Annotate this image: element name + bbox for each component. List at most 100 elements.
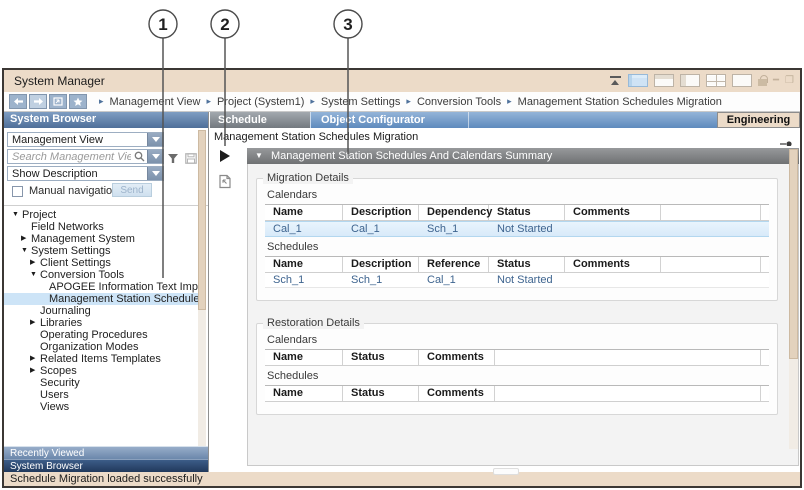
- summary-section-header[interactable]: ▼ Management Station Schedules And Calen…: [247, 148, 799, 164]
- column-header[interactable]: Description: [343, 205, 419, 220]
- tree-item[interactable]: Security: [4, 377, 200, 389]
- layout-single-icon[interactable]: [732, 74, 752, 87]
- screenshot-stage: System Manager ━ ❐: [0, 0, 804, 490]
- breadcrumb-separator: ▸: [507, 96, 512, 107]
- tree-item[interactable]: ▼System Settings: [4, 245, 200, 257]
- layout-quad-icon[interactable]: [628, 74, 648, 87]
- column-header-filler: [661, 257, 761, 272]
- tree-item[interactable]: Organization Modes: [4, 341, 200, 353]
- table-row[interactable]: Cal_1Cal_1Sch_1Not Started: [265, 221, 769, 237]
- tab-engineering-mode[interactable]: Engineering: [717, 112, 800, 128]
- tree-item[interactable]: Users: [4, 389, 200, 401]
- column-header[interactable]: Comments: [419, 350, 495, 365]
- breadcrumb-item[interactable]: Project (System1): [217, 96, 304, 108]
- system-browser-bar[interactable]: System Browser: [4, 459, 208, 472]
- column-header[interactable]: Comments: [565, 257, 661, 272]
- content-scrollbar[interactable]: [789, 149, 798, 449]
- column-header[interactable]: Status: [489, 205, 565, 220]
- table-row[interactable]: Sch_1Sch_1Cal_1Not Started: [265, 273, 769, 288]
- column-header[interactable]: Status: [489, 257, 565, 272]
- tree-item[interactable]: Operating Procedures: [4, 329, 200, 341]
- column-header[interactable]: Comments: [419, 386, 495, 401]
- filter-icon[interactable]: [167, 151, 179, 169]
- manual-navigation-checkbox[interactable]: [12, 186, 23, 197]
- column-header[interactable]: Comments: [565, 205, 661, 220]
- tree-item[interactable]: Field Networks: [4, 221, 200, 233]
- layout-grid-icon[interactable]: [706, 74, 726, 87]
- column-header[interactable]: Name: [265, 386, 343, 401]
- tree-expander-icon[interactable]: ▼: [12, 209, 22, 221]
- back-button[interactable]: [9, 94, 27, 109]
- tree-item[interactable]: ▶Libraries: [4, 317, 200, 329]
- collapse-top-icon[interactable]: [609, 74, 622, 87]
- tree-item[interactable]: APOGEE Information Text Importer: [4, 281, 200, 293]
- collapse-chevron-icon[interactable]: ▼: [255, 148, 263, 164]
- column-header[interactable]: Name: [265, 350, 343, 365]
- recently-viewed-bar[interactable]: Recently Viewed: [4, 446, 208, 459]
- history-window-icon[interactable]: [49, 94, 67, 109]
- tree-item[interactable]: ▶Scopes: [4, 365, 200, 377]
- system-manager-window: System Manager ━ ❐: [2, 68, 802, 488]
- column-header[interactable]: Name: [265, 257, 343, 272]
- layout-split-left-icon[interactable]: [680, 74, 700, 87]
- tree-item[interactable]: Journaling: [4, 305, 200, 317]
- column-header[interactable]: Status: [343, 350, 419, 365]
- column-header[interactable]: Status: [343, 386, 419, 401]
- restoration-schedules-table: NameStatusComments: [265, 385, 769, 402]
- tree-item[interactable]: ▶Related Items Templates: [4, 353, 200, 365]
- tab-object-configurator[interactable]: Object Configurator: [310, 112, 468, 128]
- send-button[interactable]: Send: [112, 183, 152, 197]
- display-selector[interactable]: Show Description: [7, 166, 164, 181]
- tab-schedule-migration[interactable]: Schedule Migration: [210, 112, 310, 128]
- save-icon[interactable]: [185, 151, 197, 169]
- callout-number-3: 3: [343, 15, 352, 34]
- favorites-star-icon[interactable]: [69, 94, 87, 109]
- search-input[interactable]: Search Management View: [7, 149, 164, 164]
- report-document-icon[interactable]: [217, 174, 232, 194]
- restore-icon[interactable]: ❐: [785, 74, 794, 87]
- chevron-down-icon[interactable]: [147, 133, 163, 146]
- column-header-filler: [495, 350, 761, 365]
- column-header[interactable]: Name: [265, 205, 343, 220]
- view-selector[interactable]: Management View: [7, 132, 164, 147]
- search-icon[interactable]: [131, 150, 147, 163]
- tree-item[interactable]: Views: [4, 401, 200, 413]
- column-header-filler: [761, 350, 773, 365]
- tree-expander-icon[interactable]: ▶: [30, 365, 40, 377]
- forward-button[interactable]: [29, 94, 47, 109]
- tree-scrollbar-thumb[interactable]: [198, 130, 206, 310]
- chevron-down-icon[interactable]: [147, 150, 163, 163]
- layout-split-top-icon[interactable]: [654, 74, 674, 87]
- panel-divider: [4, 205, 208, 206]
- tree-expander-icon[interactable]: ▼: [30, 269, 40, 281]
- column-header[interactable]: Reference: [419, 257, 489, 272]
- breadcrumb-item[interactable]: Management View: [110, 96, 201, 108]
- breadcrumb-item[interactable]: Conversion Tools: [417, 96, 501, 108]
- tree-expander-icon[interactable]: ▶: [30, 317, 40, 329]
- minimize-icon[interactable]: ━: [773, 74, 779, 87]
- view-selector-value: Management View: [8, 133, 147, 146]
- column-header-filler: [495, 386, 761, 401]
- tree-item[interactable]: ▼Conversion Tools: [4, 269, 200, 281]
- run-migration-icon[interactable]: [220, 150, 230, 162]
- column-header[interactable]: Dependency: [419, 205, 489, 220]
- calendars-label: Calendars: [267, 334, 769, 346]
- breadcrumb-separator: ▸: [406, 96, 411, 107]
- tree-item[interactable]: Management Station Schedules Migration: [4, 293, 200, 305]
- horizontal-scrollbar-thumb[interactable]: [493, 468, 519, 475]
- tree-expander-icon[interactable]: ▶: [30, 257, 40, 269]
- breadcrumb-item[interactable]: System Settings: [321, 96, 400, 108]
- tree-expander-icon[interactable]: ▶: [30, 353, 40, 365]
- tree-scrollbar[interactable]: [198, 130, 206, 446]
- content-scrollbar-thumb[interactable]: [789, 149, 798, 359]
- tree-expander-icon[interactable]: ▶: [21, 233, 31, 245]
- tree-item[interactable]: ▼Project: [4, 209, 200, 221]
- tree-item[interactable]: ▶Client Settings: [4, 257, 200, 269]
- lock-icon[interactable]: [758, 75, 767, 86]
- tree-item[interactable]: ▶Management System: [4, 233, 200, 245]
- tree-expander-icon[interactable]: ▼: [21, 245, 31, 257]
- column-header[interactable]: Description: [343, 257, 419, 272]
- breadcrumb-item[interactable]: Management Station Schedules Migration: [518, 96, 722, 108]
- tree-item-label: Conversion Tools: [40, 269, 124, 281]
- chevron-down-icon[interactable]: [147, 167, 163, 180]
